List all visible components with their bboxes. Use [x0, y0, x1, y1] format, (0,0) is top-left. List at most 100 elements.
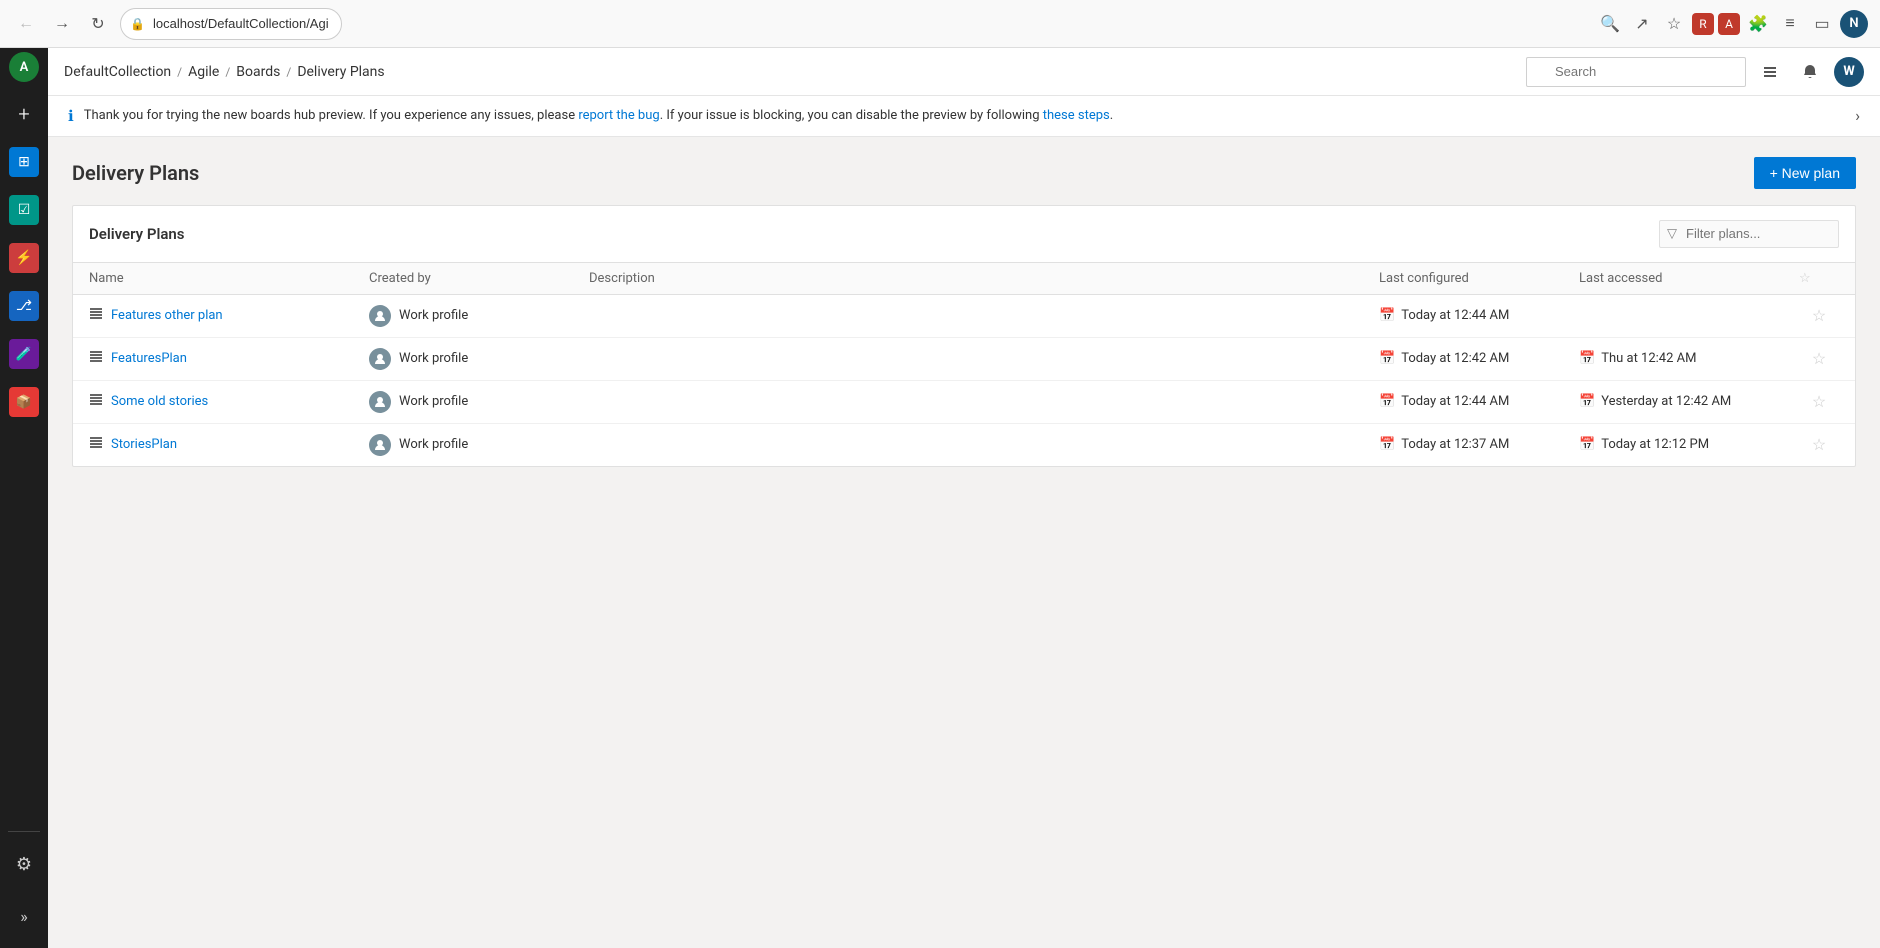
list-view-icon-btn[interactable]: [1754, 56, 1786, 88]
plans-container: Delivery Plans ▽ Name Created by Descrip…: [72, 205, 1856, 467]
created-by-cell-2: Work profile: [369, 391, 589, 413]
breadcrumb-sep-3: /: [286, 65, 291, 79]
search-browser-icon[interactable]: 🔍: [1596, 10, 1624, 38]
notifications-icon-btn[interactable]: [1794, 56, 1826, 88]
last-configured-text-2: Today at 12:44 AM: [1401, 394, 1509, 409]
star-cell-0[interactable]: ☆: [1799, 306, 1839, 325]
bell-icon: [1802, 64, 1818, 80]
last-configured-cell-1: 📅 Today at 12:42 AM: [1379, 351, 1579, 366]
bookmark-icon[interactable]: ☆: [1660, 10, 1688, 38]
breadcrumb-boards[interactable]: Boards: [236, 64, 280, 80]
user-avatar-2: [369, 391, 391, 413]
banner-text-middle: . If your issue is blocking, you can dis…: [660, 108, 1043, 123]
app-layout: A + ⊞ ☑ ⚡ ⎇ 🧪: [0, 48, 1880, 948]
sidebar-item-create[interactable]: +: [2, 92, 46, 136]
banner-text: Thank you for trying the new boards hub …: [84, 106, 1845, 126]
breadcrumb-agile[interactable]: Agile: [188, 64, 219, 80]
search-input[interactable]: [1526, 57, 1746, 87]
col-header-created-by: Created by: [369, 271, 589, 286]
sidebar-separator: [8, 831, 40, 832]
browser-profile-avatar[interactable]: N: [1840, 10, 1868, 38]
filter-input[interactable]: [1659, 220, 1839, 248]
created-by-cell-1: Work profile: [369, 348, 589, 370]
created-by-text-0: Work profile: [399, 308, 468, 323]
back-button[interactable]: ←: [12, 10, 40, 38]
artifacts-icon: 📦: [9, 387, 39, 417]
plan-name-cell-1[interactable]: FeaturesPlan: [89, 350, 369, 368]
plans-table-title: Delivery Plans: [89, 225, 185, 243]
col-header-last-accessed: Last accessed: [1579, 271, 1799, 286]
sidebar-item-repos[interactable]: ⎇: [2, 284, 46, 328]
report-bug-link[interactable]: report the bug: [578, 108, 659, 123]
breadcrumb-defaultcollection[interactable]: DefaultCollection: [64, 64, 171, 80]
puzzle-icon[interactable]: 🧩: [1744, 10, 1772, 38]
address-bar[interactable]: [120, 8, 342, 40]
info-icon: ℹ: [68, 107, 74, 125]
plan-name-text-1: FeaturesPlan: [111, 351, 187, 366]
created-by-text-3: Work profile: [399, 437, 468, 452]
main-content: DefaultCollection / Agile / Boards / Del…: [48, 48, 1880, 948]
plan-name-cell-3[interactable]: StoriesPlan: [89, 436, 369, 454]
sidebar-bottom: ⚙ »: [2, 827, 46, 948]
banner-close-icon[interactable]: ›: [1855, 106, 1860, 125]
plan-name-text-2: Some old stories: [111, 394, 208, 409]
testplans-icon: 🧪: [9, 339, 39, 369]
plan-name-cell-0[interactable]: Features other plan: [89, 307, 369, 325]
new-plan-button[interactable]: + New plan: [1754, 157, 1856, 189]
breadcrumb-delivery-plans: Delivery Plans: [297, 64, 384, 80]
calendar-icon-3: 📅: [1379, 437, 1395, 452]
last-configured-cell-3: 📅 Today at 12:37 AM: [1379, 437, 1579, 452]
sidebar-item-boards[interactable]: ☑: [2, 188, 46, 232]
calendar-icon-0: 📅: [1379, 308, 1395, 323]
breadcrumb-sep-2: /: [225, 65, 230, 79]
last-configured-text-1: Today at 12:42 AM: [1401, 351, 1509, 366]
last-accessed-text-3: Today at 12:12 PM: [1601, 437, 1709, 452]
sidebar-item-overview[interactable]: ⊞: [2, 140, 46, 184]
banner-text-after: .: [1110, 108, 1113, 123]
these-steps-link[interactable]: these steps: [1043, 108, 1110, 123]
user-avatar-1: [369, 348, 391, 370]
accessed-calendar-icon-2: 📅: [1579, 394, 1595, 409]
table-row: StoriesPlan Work profile 📅: [73, 424, 1855, 466]
sidebar-item-artifacts[interactable]: 📦: [2, 380, 46, 424]
lock-icon: 🔒: [130, 17, 145, 31]
info-banner: ℹ Thank you for trying the new boards hu…: [48, 96, 1880, 137]
page-body: ℹ Thank you for trying the new boards hu…: [48, 96, 1880, 948]
filter-icon: ▽: [1667, 226, 1677, 241]
created-by-cell-0: Work profile: [369, 305, 589, 327]
reload-button[interactable]: ↻: [84, 10, 112, 38]
user-avatar-0: [369, 305, 391, 327]
star-cell-3[interactable]: ☆: [1799, 435, 1839, 454]
star-cell-1[interactable]: ☆: [1799, 349, 1839, 368]
sidebar-item-pipelines[interactable]: ⚡: [2, 236, 46, 280]
forward-button[interactable]: →: [48, 10, 76, 38]
calendar-icon-1: 📅: [1379, 351, 1395, 366]
sidebar-item-testplans[interactable]: 🧪: [2, 332, 46, 376]
sidebar-user-avatar[interactable]: A: [9, 52, 39, 82]
top-nav-avatar[interactable]: W: [1834, 57, 1864, 87]
sidebar-item-settings[interactable]: ⚙: [2, 842, 46, 886]
sidebar-item-expand[interactable]: »: [2, 894, 46, 938]
sidebar-toggle-icon[interactable]: ▭: [1808, 10, 1836, 38]
top-nav: DefaultCollection / Agile / Boards / Del…: [48, 48, 1880, 96]
overview-icon: ⊞: [9, 147, 39, 177]
last-accessed-cell-1: 📅 Thu at 12:42 AM: [1579, 351, 1799, 366]
breadcrumb-sep-1: /: [177, 65, 182, 79]
browser-chrome: ← → ↻ 🔒 🔍 ↗ ☆ R A 🧩 ≡ ▭ N: [0, 0, 1880, 48]
sidebar: A + ⊞ ☑ ⚡ ⎇ 🧪: [0, 48, 48, 948]
col-header-description: Description: [589, 271, 1379, 286]
table-row: Some old stories Work profile �: [73, 381, 1855, 424]
menu-icon[interactable]: ≡: [1776, 10, 1804, 38]
accessed-calendar-icon-1: 📅: [1579, 351, 1595, 366]
plan-icon-2: [89, 393, 103, 411]
last-accessed-cell-2: 📅 Yesterday at 12:42 AM: [1579, 394, 1799, 409]
created-by-cell-3: Work profile: [369, 434, 589, 456]
star-cell-2[interactable]: ☆: [1799, 392, 1839, 411]
last-configured-cell-2: 📅 Today at 12:44 AM: [1379, 394, 1579, 409]
share-icon[interactable]: ↗: [1628, 10, 1656, 38]
plan-name-text-0: Features other plan: [111, 308, 223, 323]
page-header: Delivery Plans + New plan: [48, 137, 1880, 205]
search-wrapper: 🔍: [1526, 57, 1746, 87]
last-accessed-cell-3: 📅 Today at 12:12 PM: [1579, 437, 1799, 452]
plan-name-cell-2[interactable]: Some old stories: [89, 393, 369, 411]
